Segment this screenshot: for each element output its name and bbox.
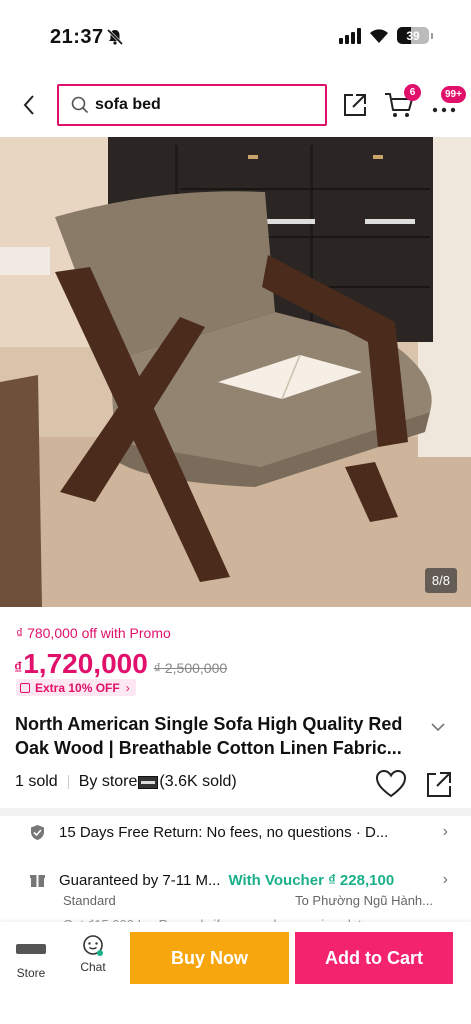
wifi-icon	[370, 28, 388, 43]
bottom-action-bar: Store Chat Buy Now Add to Cart	[0, 922, 471, 1024]
heart-icon	[375, 769, 407, 798]
signal-icon	[339, 27, 361, 44]
shield-check-icon	[31, 824, 44, 840]
coupon-icon	[20, 682, 30, 693]
share-icon	[427, 772, 451, 797]
chat-icon	[83, 935, 103, 956]
store-button[interactable]: Store	[12, 936, 50, 984]
divider	[67, 775, 69, 789]
bell-off-icon	[106, 28, 124, 46]
store-prefix: By store	[78, 773, 138, 790]
shipping-detail-row: Standard To Phường Ngũ Hành...	[63, 893, 433, 908]
sold-count: 1 sold	[15, 773, 58, 790]
extra-off-label: Extra 10% OFF	[35, 680, 120, 695]
status-bar: 21:37 39	[0, 0, 471, 70]
section-divider	[0, 808, 471, 816]
add-to-cart-button[interactable]: Add to Cart	[295, 932, 453, 984]
battery-icon: 39	[397, 27, 429, 44]
shipping-row[interactable]: Guaranteed by 7-11 M... With Voucher ₫ 2…	[30, 868, 448, 892]
store-logo	[138, 775, 159, 789]
chevron-right-icon: ›	[125, 680, 130, 695]
back-button[interactable]	[14, 90, 44, 120]
chat-label: Chat	[80, 960, 106, 974]
return-policy-text: 15 Days Free Return: No fees, no questio…	[59, 823, 389, 841]
share-product-button[interactable]	[424, 768, 454, 800]
sold-info-row: 1 sold By store (3.6K sold)	[15, 773, 237, 791]
chat-button[interactable]: Chat	[74, 934, 112, 984]
gift-icon	[30, 875, 45, 887]
product-image-gallery[interactable]: 8/8	[0, 137, 471, 607]
product-title: North American Single Sofa High Quality …	[15, 714, 403, 758]
store-logo-icon	[16, 944, 46, 954]
original-price: ₫ 2,500,000	[153, 660, 228, 676]
notification-badge: 99+	[441, 86, 466, 103]
chevron-left-icon	[23, 95, 34, 115]
search-input[interactable]: sofa bed	[57, 84, 327, 126]
shipping-method: Standard	[63, 893, 116, 908]
store-label: Store	[16, 966, 46, 980]
promo-discount-text: ₫ 780,000 off with Promo	[16, 625, 171, 641]
status-time: 21:37	[50, 26, 104, 48]
product-photo	[0, 137, 471, 607]
shipping-destination: To Phường Ngũ Hành...	[295, 893, 433, 908]
chevron-right-icon: ›	[442, 871, 448, 888]
cart-count-badge: 6	[404, 84, 421, 101]
chevron-right-icon: ›	[442, 823, 448, 840]
search-query: sofa bed	[95, 96, 161, 113]
price-row: ₫ 1,720,000 ₫ 2,500,000	[14, 648, 227, 680]
battery-level: 39	[406, 28, 420, 43]
share-icon	[344, 94, 366, 116]
image-counter: 8/8	[424, 568, 457, 593]
voucher-text: With Voucher ₫ 228,100	[228, 871, 395, 889]
search-icon	[71, 96, 89, 114]
store-sold-count: (3.6K sold)	[159, 773, 237, 790]
shipping-guarantee: Guaranteed by 7-11 M...	[59, 871, 221, 889]
wishlist-button[interactable]	[374, 768, 408, 800]
return-policy-row[interactable]: 15 Days Free Return: No fees, no questio…	[30, 820, 448, 844]
share-button[interactable]	[340, 90, 370, 120]
price-currency: ₫	[14, 660, 23, 677]
buy-now-button[interactable]: Buy Now	[130, 932, 289, 984]
chevron-down-icon[interactable]	[430, 722, 446, 732]
current-price: 1,720,000	[23, 648, 148, 679]
top-nav: sofa bed 6 99+	[0, 80, 471, 130]
extra-off-tag[interactable]: Extra 10% OFF ›	[16, 679, 136, 696]
